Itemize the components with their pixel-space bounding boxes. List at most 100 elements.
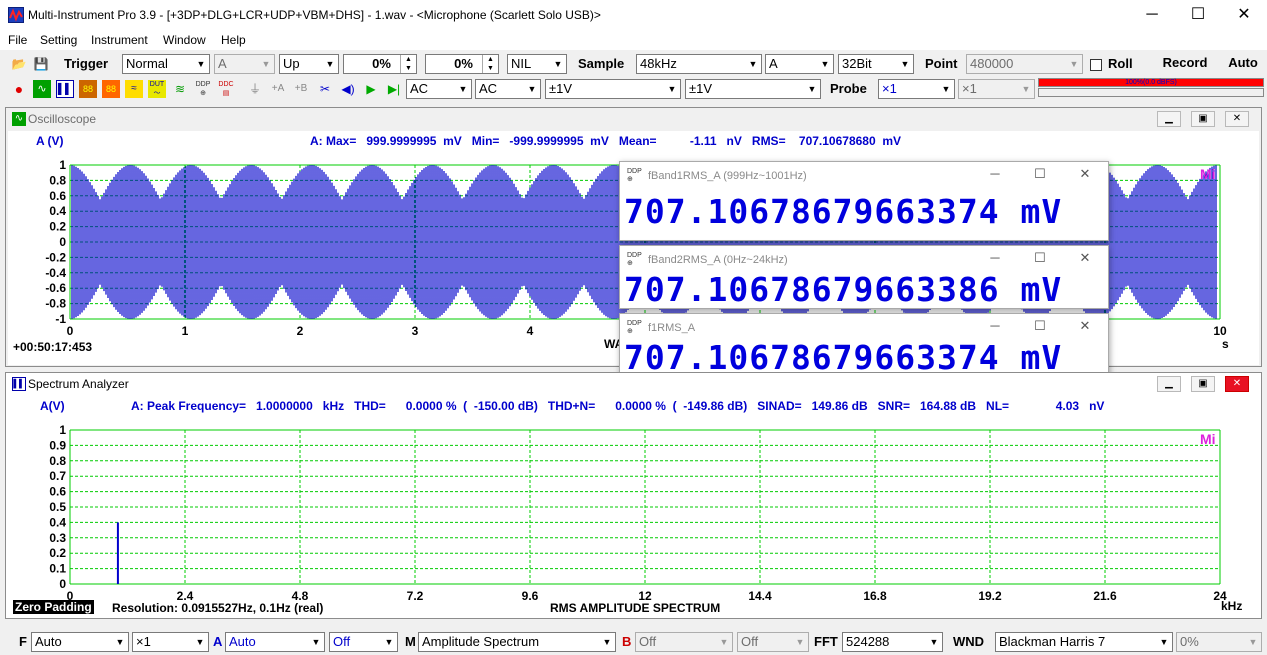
y-tick-label: 0.8 — [49, 173, 66, 187]
float-window-f1rms[interactable]: DDP ⊕ f1RMS_A ─ ☐ ✕ 707.10678679663374 mV — [619, 313, 1109, 377]
float-window-band2[interactable]: DDP ⊕ fBand2RMS_A (0Hz~24kHz) ─ ☐ ✕ 707.1… — [619, 245, 1109, 309]
panel-minimize-button[interactable]: ▁ — [1157, 376, 1181, 392]
record-button[interactable]: Record — [1152, 53, 1218, 73]
ddp-icon[interactable]: DDP ⊕ — [194, 80, 212, 98]
save-disk-icon[interactable]: 💾 — [32, 55, 50, 73]
watermark-logo: Mi — [1200, 166, 1216, 182]
add-b-icon[interactable]: +B — [292, 80, 310, 98]
coupling-a-select[interactable]: AC ▼ — [406, 79, 472, 99]
f-multiplier-select[interactable]: ×1 ▼ — [132, 632, 209, 652]
chevron-down-icon: ▼ — [1248, 637, 1258, 647]
dut-icon[interactable]: DUT 〜 — [148, 80, 166, 98]
probe-icon[interactable]: ⏚ — [246, 80, 264, 98]
minimize-icon[interactable]: ─ — [980, 250, 1010, 265]
add-a-icon[interactable]: +A — [269, 80, 287, 98]
b-select[interactable]: Off ▼ — [635, 632, 733, 652]
a-off-select[interactable]: Off ▼ — [329, 632, 398, 652]
auto-button[interactable]: Auto — [1222, 53, 1264, 73]
generator-icon[interactable]: 88 — [102, 80, 120, 98]
speaker-icon[interactable]: ◀) — [339, 80, 357, 98]
menu-window[interactable]: Window — [163, 33, 206, 47]
minimize-icon[interactable]: ─ — [980, 166, 1010, 181]
x-tick-label: 2 — [297, 324, 304, 338]
b-off-select[interactable]: Off ▼ — [737, 632, 809, 652]
step-icon[interactable]: ▶| — [385, 80, 403, 98]
chevron-down-icon: ▼ — [261, 59, 271, 69]
y-tick-label: 1 — [59, 158, 66, 172]
panel-close-button[interactable]: ✕ — [1225, 376, 1249, 392]
panel-restore-button[interactable]: ▣ — [1191, 111, 1215, 127]
maximize-button[interactable]: ☐ — [1175, 0, 1221, 30]
chevron-down-icon: ▼ — [115, 637, 125, 647]
point-select[interactable]: 480000 ▼ — [966, 54, 1083, 74]
x-axis-unit: kHz — [1221, 599, 1243, 613]
spinner-arrows-icon[interactable]: ▲ ▼ — [400, 55, 416, 73]
range-a-select[interactable]: ±1V ▼ — [545, 79, 681, 99]
minimize-icon[interactable]: ─ — [980, 318, 1010, 333]
maximize-icon[interactable]: ☐ — [1025, 166, 1055, 182]
trigger-delay-spinner[interactable]: 0% ▲ ▼ — [425, 54, 499, 74]
sample-channel-select[interactable]: A ▼ — [765, 54, 834, 74]
sample-rate-select[interactable]: 48kHz ▼ — [636, 54, 762, 74]
fft-size-select[interactable]: 524288 ▼ — [842, 632, 943, 652]
window-title: Multi-Instrument Pro 3.9 - [+3DP+DLG+LCR… — [28, 8, 601, 22]
maximize-icon[interactable]: ☐ — [1025, 318, 1055, 334]
y-tick-label: 0.4 — [49, 204, 66, 218]
record-icon[interactable]: ● — [10, 80, 28, 98]
chevron-down-icon: ▼ — [748, 59, 758, 69]
m-select[interactable]: Amplitude Spectrum ▼ — [418, 632, 616, 652]
chevron-down-icon: ▼ — [941, 84, 951, 94]
bit-depth-select[interactable]: 32Bit ▼ — [838, 54, 914, 74]
probe-b-select[interactable]: ×1 ▼ — [958, 79, 1035, 99]
close-icon[interactable]: ✕ — [1070, 250, 1100, 266]
panel-minimize-button[interactable]: ▁ — [1157, 111, 1181, 127]
f-select[interactable]: Auto ▼ — [31, 632, 129, 652]
sweep-icon[interactable]: ≈ — [125, 80, 143, 98]
trigger-nil-select[interactable]: NIL ▼ — [507, 54, 567, 74]
scissors-icon[interactable]: ✂ — [316, 80, 334, 98]
roll-checkbox[interactable] — [1090, 59, 1102, 71]
close-icon[interactable]: ✕ — [1070, 318, 1100, 334]
chevron-down-icon: ▼ — [667, 84, 677, 94]
open-folder-icon[interactable]: 📂 — [10, 55, 28, 73]
chevron-down-icon: ▼ — [1069, 59, 1079, 69]
panel-close-button[interactable]: ✕ — [1225, 111, 1249, 127]
minimize-button[interactable]: ─ — [1129, 0, 1175, 30]
y-tick-label: 0.6 — [49, 189, 66, 203]
chevron-down-icon: ▼ — [384, 637, 394, 647]
waveform-icon[interactable]: ≋ — [171, 80, 189, 98]
chevron-down-icon: ▼ — [900, 59, 910, 69]
menu-file[interactable]: File — [8, 33, 27, 47]
x-tick-label: 16.8 — [863, 589, 887, 603]
coupling-b-select[interactable]: AC ▼ — [475, 79, 541, 99]
oscilloscope-icon[interactable]: ∿ — [33, 80, 51, 98]
a-select[interactable]: Auto ▼ — [225, 632, 325, 652]
trigger-level-spinner[interactable]: 0% ▲ ▼ — [343, 54, 417, 74]
spectrum-plot-area[interactable]: A(V) A: Peak Frequency= 1.0000000 kHz TH… — [8, 396, 1259, 617]
oscilloscope-title: Oscilloscope — [28, 112, 97, 126]
play-icon[interactable]: ▶ — [362, 80, 380, 98]
probe-a-select[interactable]: ×1 ▼ — [878, 79, 955, 99]
timestamp: +00:50:17:453 — [13, 340, 93, 354]
trigger-channel-select[interactable]: A ▼ — [214, 54, 275, 74]
close-icon[interactable]: ✕ — [1070, 166, 1100, 182]
x-tick-label: 3 — [412, 324, 419, 338]
ddc-icon[interactable]: DDC ▤ — [217, 80, 235, 98]
maximize-icon[interactable]: ☐ — [1025, 250, 1055, 266]
float-window-band1[interactable]: DDP ⊕ fBand1RMS_A (999Hz~1001Hz) ─ ☐ ✕ 70… — [619, 161, 1109, 241]
window-function-select[interactable]: Blackman Harris 7 ▼ — [995, 632, 1173, 652]
trigger-edge-select[interactable]: Up ▼ — [279, 54, 339, 74]
menu-instrument[interactable]: Instrument — [91, 33, 148, 47]
range-b-select[interactable]: ±1V ▼ — [685, 79, 821, 99]
trigger-mode-select[interactable]: Normal ▼ — [122, 54, 210, 74]
menu-setting[interactable]: Setting — [40, 33, 77, 47]
y-tick-label: -1 — [55, 312, 66, 326]
close-button[interactable]: ✕ — [1221, 0, 1267, 30]
spinner-arrows-icon[interactable]: ▲ ▼ — [482, 55, 498, 73]
panel-restore-button[interactable]: ▣ — [1191, 376, 1215, 392]
zero-padding-badge: Zero Padding — [13, 600, 94, 614]
menu-help[interactable]: Help — [221, 33, 246, 47]
multimeter-icon[interactable]: 88 — [79, 80, 97, 98]
spectrum-icon[interactable]: ▌▌ — [56, 80, 74, 98]
overlap-select[interactable]: 0% ▼ — [1176, 632, 1262, 652]
